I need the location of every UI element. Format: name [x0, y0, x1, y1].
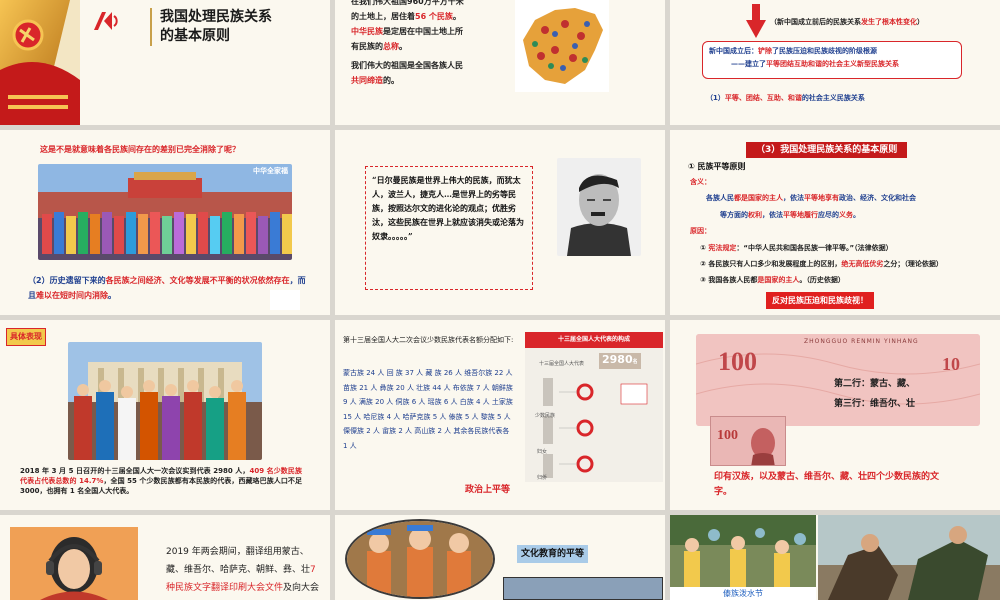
slide-homeland[interactable]: 在我们伟大祖国960万平方千米 的土地上，居住着56 个民族。 中华民族是定居在… — [335, 0, 665, 125]
wrestling-photo — [818, 515, 1000, 600]
line-two-text: 第二行：蒙古、藏、 — [834, 379, 916, 389]
denomination-text: 100 — [717, 428, 738, 443]
question-text: 这是不是就意味着各民族间存在的差别已完全消除了呢？ — [40, 145, 240, 154]
item-one: （1）平等、团结、互助、和谐的社会主义民族关系 — [706, 94, 865, 102]
banknote-front-image: 100 — [710, 416, 786, 466]
principle-header: （3）我国处理民族关系的基本原则 — [746, 142, 908, 158]
slide-specific-manifestation[interactable]: 具体表现 2018 年 3 月 5 日召开的十三届全国人大一次会议实到代表 29… — [0, 320, 330, 510]
decor-emblem-image — [0, 0, 80, 125]
npc-deputies-photo — [68, 342, 262, 460]
students-photo — [345, 519, 495, 599]
homeland-text: 在我们伟大祖国960万平方千米 的土地上，居住着56 个民族。 中华民族是定居在… — [351, 0, 464, 85]
chart-row-minority: 少数民族 — [535, 413, 556, 419]
npc-composition-chart: 十三届全国人大代表的构成 十三届全国人大代表 2980名 少数民族 妇女 归侨 — [525, 332, 663, 482]
slide-education-equality[interactable]: 文化教育的平等 — [335, 515, 665, 600]
chart-total: 2980名 — [599, 353, 641, 369]
after-founding-box: 新中国成立后：铲除了民族压迫和民族歧视的阶级根源 ——建立了平等团结互助和谐的社… — [702, 41, 962, 79]
banknote-back-image: 100 10 ZHONGGUO RENMIN YINHANG 第二行：蒙古、藏、… — [696, 334, 980, 426]
slide-translation[interactable]: 2019 年两会期间，翻译组用蒙古、藏、维吾尔、哈萨克、朝鲜、彝、壮7 种民族文… — [0, 515, 330, 600]
chart-row-women: 妇女 — [537, 449, 548, 455]
line-three-text: 第三行：维吾尔、壮 — [834, 399, 916, 409]
reason-label: 原因： — [690, 227, 711, 235]
slide-political-equality[interactable]: 第十三届全国人大二次会议少数民族代表名额分配如下: 蒙古族 24 人 回 族 3… — [335, 320, 665, 510]
oppose-discrimination-badge: 反对民族压迫和民族歧视！ — [766, 292, 874, 309]
meaning-text: 各族人民都是国家的主人，依法平等地享有政治、经济、文化和社会 等方面的权利，依法… — [706, 194, 916, 219]
chart-title: 十三届全国人大代表的构成 — [525, 332, 663, 348]
chart-row-returned: 归侨 — [537, 475, 548, 481]
banknote-text-note: 印有汉族，以及蒙古、维吾尔、藏、壮四个少数民族的文字。 — [714, 472, 940, 497]
slide-banknote[interactable]: 100 10 ZHONGGUO RENMIN YINHANG 第二行：蒙古、藏、… — [670, 320, 1000, 510]
slide-title[interactable]: 我国处理民族关系 的基本原则 — [0, 0, 330, 125]
quota-intro: 第十三届全国人大二次会议少数民族代表名额分配如下: — [343, 336, 514, 344]
quota-list: 蒙古族 24 人 回 族 37 人 藏 族 26 人 维吾尔族 22 人 苗族 … — [343, 369, 513, 450]
svg-text:100: 100 — [718, 347, 757, 376]
photo-caption: 中华全家福 — [253, 167, 288, 175]
ethnic-map-image — [515, 0, 609, 92]
principle-heading: ① 民族平等原则 — [688, 162, 746, 171]
water-festival-photo — [670, 515, 816, 587]
svg-text:10: 10 — [942, 354, 960, 374]
chart-total-label: 十三届全国人大代表 — [539, 361, 585, 367]
education-equality-badge: 文化教育的平等 — [517, 545, 589, 563]
slide-differences[interactable]: 这是不是就意味着各民族间存在的差别已完全消除了呢？ 中华全家福 （2）历史遗留下… — [0, 130, 330, 315]
hitler-portrait — [557, 158, 641, 256]
national-family-photo: 中华全家福 — [38, 164, 292, 260]
reason-list: ① 宪法规定：“中华人民共和国各民族一律平等。”（法律依据） ② 各民族只有人口… — [700, 244, 943, 284]
down-arrow-icon — [746, 4, 766, 38]
classroom-photo — [503, 577, 663, 600]
interpreter-photo — [10, 527, 138, 600]
bank-name: ZHONGGUO RENMIN YINHANG — [804, 338, 919, 345]
political-equality-badge: 政治上平等 — [463, 484, 513, 496]
water-festival-caption: 傣族泼水节 — [670, 587, 816, 600]
meaning-label: 含义： — [690, 178, 711, 186]
npc-caption: 2018 年 3 月 5 日召开的十三届全国人大一次会议实到代表 2980 人，… — [20, 467, 302, 495]
title-divider — [150, 8, 152, 46]
slide-festivals[interactable]: 傣族泼水节 — [670, 515, 1000, 600]
title-mark-icon — [92, 10, 122, 32]
chart-rows-graphic — [543, 378, 648, 478]
slide-hitler-quote[interactable]: “日尔曼民族是世界上伟大的民族，而犹太人，波兰人，捷克人…是世界上的劣等民族，按… — [335, 130, 665, 315]
translation-text: 2019 年两会期间，翻译组用蒙古、藏、维吾尔、哈萨克、朝鲜、彝、壮7 种民族文… — [166, 547, 320, 593]
change-note: （新中国成立前后的民族关系发生了根本性变化） — [770, 18, 924, 26]
slide-equality-principle[interactable]: （3）我国处理民族关系的基本原则 ① 民族平等原则 含义： 各族人民都是国家的主… — [670, 130, 1000, 315]
imbalance-text: （2）历史遗留下来的各民族之间经济、文化等发展不平衡的状况依然存在，而且难以在短… — [28, 276, 306, 300]
quote-box: “日尔曼民族是世界上伟大的民族，而犹太人，波兰人，捷克人…是世界上的劣等民族，按… — [365, 166, 533, 290]
slide-relations-change[interactable]: （新中国成立前后的民族关系发生了根本性变化） 新中国成立后：铲除了民族压迫和民族… — [670, 0, 1000, 125]
white-label — [270, 290, 300, 310]
manifestation-tag: 具体表现 — [6, 328, 46, 346]
slide-title-text: 我国处理民族关系 的基本原则 — [160, 9, 272, 44]
